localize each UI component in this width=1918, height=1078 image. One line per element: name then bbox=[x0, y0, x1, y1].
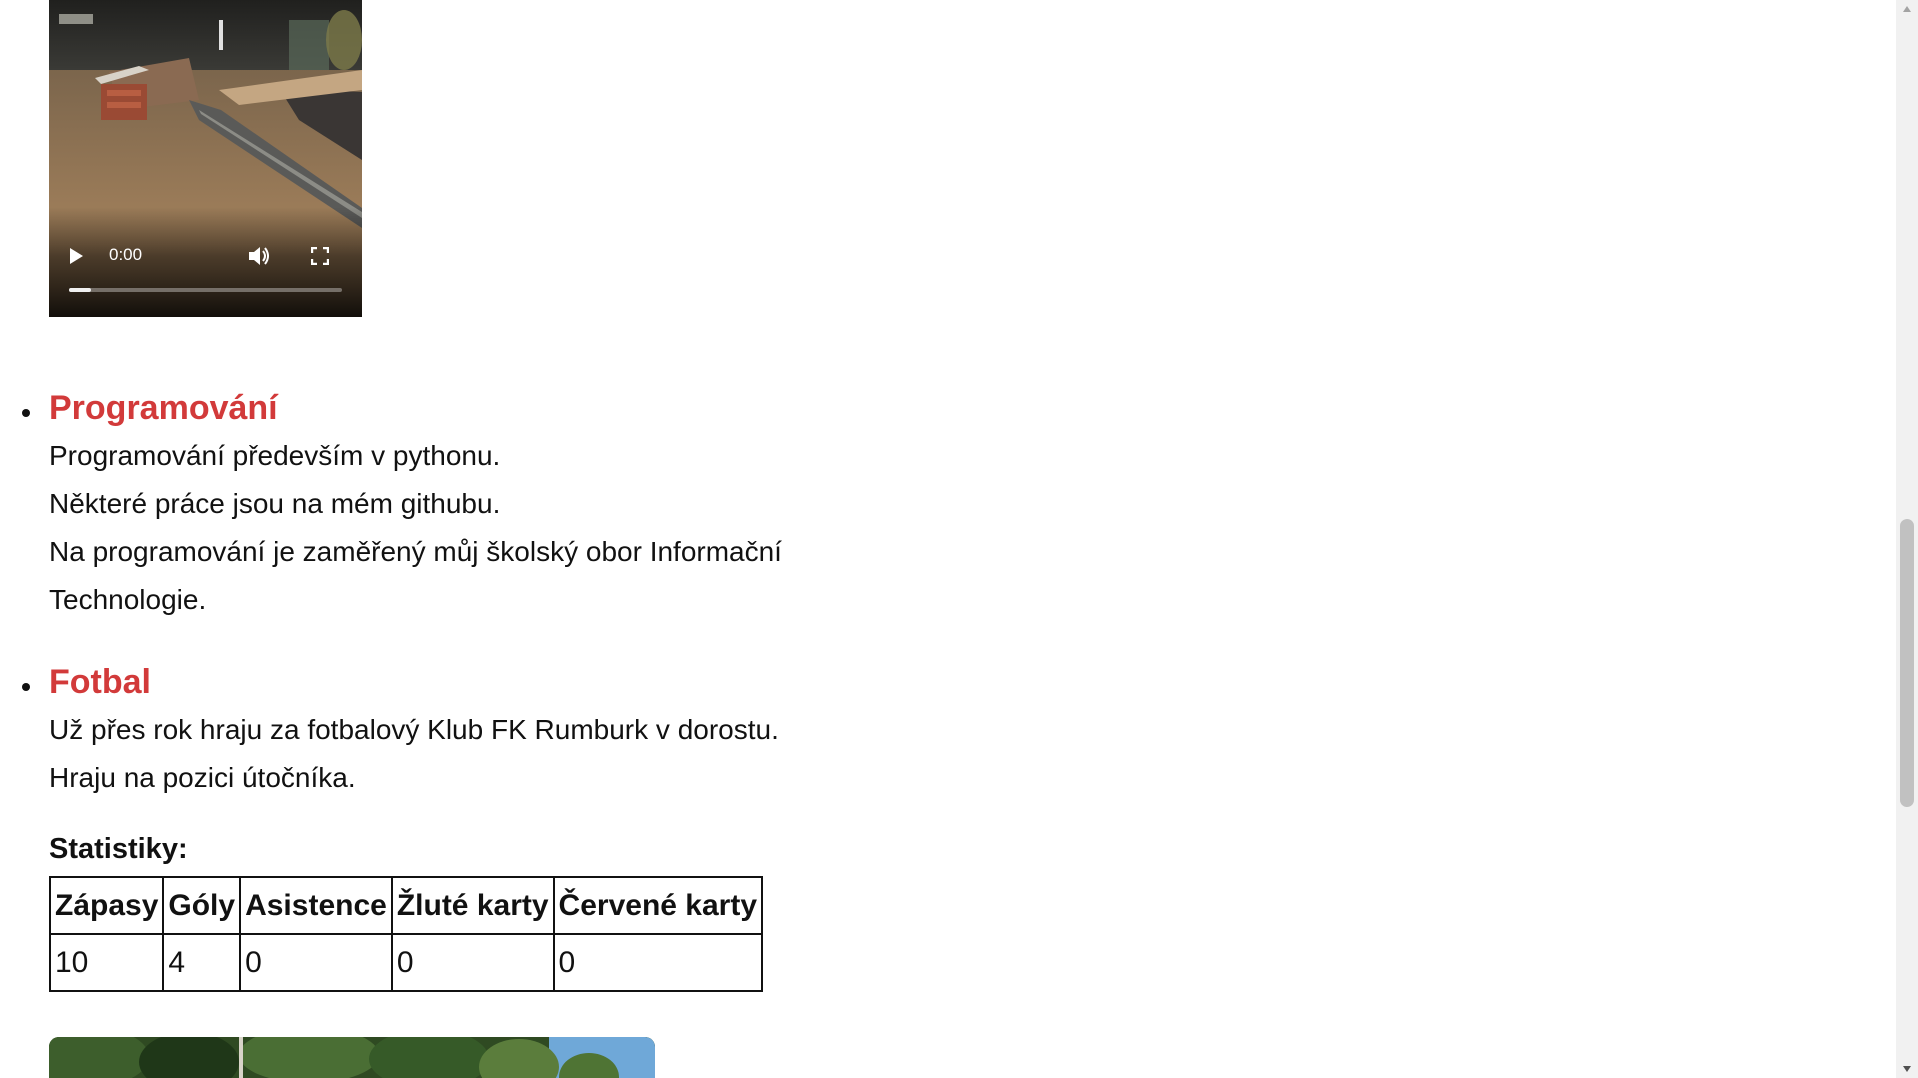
video-progress-fill bbox=[69, 288, 91, 292]
list-item-fotbal: Fotbal Už přes rok hraju za fotbalový Kl… bbox=[22, 662, 909, 992]
content-area: 0:00 Programování Programování především… bbox=[0, 0, 1896, 1078]
text-line: Programování především v pythonu. bbox=[49, 440, 501, 471]
list-bullet bbox=[22, 409, 30, 417]
fullscreen-icon bbox=[311, 247, 329, 265]
chevron-up-icon bbox=[1903, 6, 1911, 12]
table-cell: 0 bbox=[552, 933, 764, 992]
table-cell: 10 bbox=[48, 933, 165, 992]
football-photo bbox=[49, 1037, 655, 1078]
chevron-down-icon bbox=[1903, 1066, 1911, 1072]
table-header-cell: Žluté karty bbox=[390, 876, 555, 935]
table-cell: 0 bbox=[239, 933, 393, 992]
scroll-down-button[interactable] bbox=[1896, 1060, 1918, 1078]
page: 0:00 Programování Programování především… bbox=[0, 0, 1918, 1078]
section-text: Už přes rok hraju za fotbalový Klub FK R… bbox=[49, 706, 909, 802]
section-text: Programování především v pythonu. Někter… bbox=[49, 432, 909, 624]
table-header-cell: Zápasy bbox=[48, 876, 165, 935]
video-progress-bar[interactable] bbox=[69, 288, 342, 292]
table-cell: 0 bbox=[390, 933, 555, 992]
list-bullet bbox=[22, 683, 30, 691]
table-header-cell: Góly bbox=[162, 876, 242, 935]
play-icon bbox=[70, 248, 83, 264]
list-item-programovani: Programování Programování především v py… bbox=[22, 388, 909, 624]
stats-table: Zápasy Góly Asistence Žluté karty Červen… bbox=[48, 876, 764, 992]
scroll-up-button[interactable] bbox=[1896, 0, 1918, 18]
text-line: Hraju na pozici útočníka. bbox=[49, 762, 356, 793]
volume-icon bbox=[249, 247, 269, 265]
table-header-cell: Červené karty bbox=[552, 876, 764, 935]
text-line: Na programování je zaměřený můj školský … bbox=[49, 536, 782, 567]
scrollbar-thumb[interactable] bbox=[1900, 519, 1914, 807]
table-cell: 4 bbox=[162, 933, 242, 992]
fullscreen-button[interactable] bbox=[307, 243, 333, 269]
volume-button[interactable] bbox=[245, 242, 273, 270]
play-button[interactable] bbox=[63, 243, 89, 269]
table-row: 10 4 0 0 0 bbox=[48, 933, 764, 992]
vertical-scrollbar[interactable] bbox=[1896, 0, 1918, 1078]
text-line: Už přes rok hraju za fotbalový Klub FK R… bbox=[49, 714, 779, 745]
text-line: Některé práce jsou na mém githubu. bbox=[49, 488, 501, 519]
video-player[interactable]: 0:00 bbox=[49, 0, 362, 317]
table-header-cell: Asistence bbox=[239, 876, 393, 935]
text-line: Technologie. bbox=[49, 584, 207, 615]
section-title: Programování bbox=[49, 389, 278, 427]
video-time: 0:00 bbox=[109, 245, 143, 264]
stats-heading: Statistiky: bbox=[49, 833, 188, 865]
photo-image bbox=[49, 1037, 655, 1078]
section-title: Fotbal bbox=[49, 663, 151, 701]
table-header-row: Zápasy Góly Asistence Žluté karty Červen… bbox=[48, 876, 764, 935]
